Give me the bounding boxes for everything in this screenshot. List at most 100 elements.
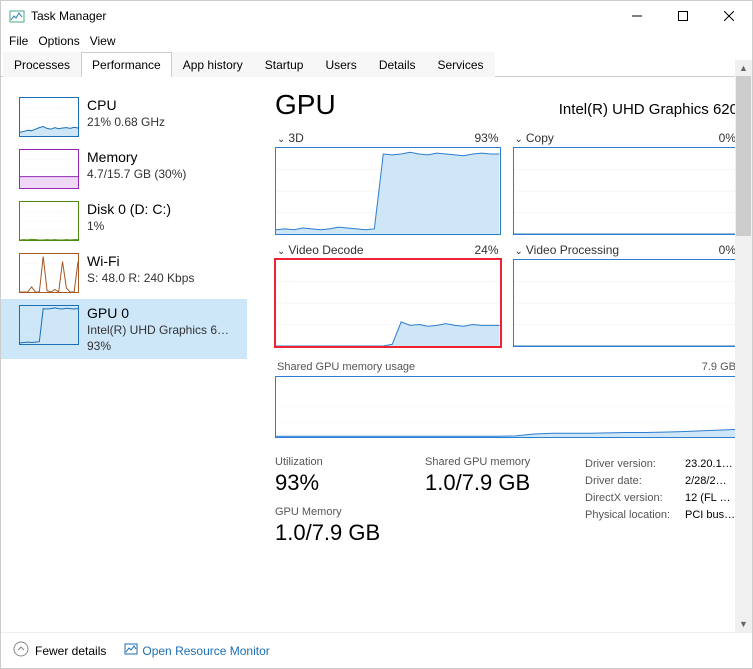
shared-mem-label: Shared GPU memory usage [277, 361, 415, 373]
stat-col-util: Utilization 93% GPU Memory 1.0/7.9 GB [275, 456, 415, 556]
resource-monitor-icon [124, 642, 138, 659]
sidebar-item-sub: Intel(R) UHD Graphics 6… [87, 323, 229, 337]
engine-name[interactable]: ⌄3D [277, 131, 304, 145]
sidebar-item-sub2: 93% [87, 339, 229, 353]
footer: Fewer details Open Resource Monitor [1, 632, 752, 668]
sidebar-item-sub: 1% [87, 219, 171, 233]
chevron-down-icon: ⌄ [515, 134, 523, 145]
gpu-spark-chart [19, 305, 79, 345]
sidebar-item-title: Memory [87, 149, 186, 165]
scroll-down-icon[interactable]: ▼ [735, 616, 752, 632]
open-resource-monitor-label: Open Resource Monitor [142, 644, 269, 658]
sidebar-item-title: Wi-Fi [87, 253, 194, 269]
memory-spark-chart [19, 149, 79, 189]
sidebar-item-title: Disk 0 (D: C:) [87, 201, 171, 217]
stats-block: Utilization 93% GPU Memory 1.0/7.9 GB Sh… [275, 456, 738, 556]
engine-row-2: ⌄Video Decode 24% ⌄Video Processing 0% [275, 243, 738, 347]
main-heading: GPU [275, 89, 336, 121]
window-title: Task Manager [31, 9, 106, 23]
content: CPU 21% 0.68 GHz Memory 4.7/15.7 GB (30%… [1, 77, 752, 637]
shared-mem-max: 7.9 GB [702, 361, 736, 373]
engine-video-decode[interactable]: ⌄Video Decode 24% [275, 243, 501, 347]
sidebar-item-sub: S: 48.0 R: 240 Kbps [87, 271, 194, 285]
wifi-spark-chart [19, 253, 79, 293]
sidebar-item-memory[interactable]: Memory 4.7/15.7 GB (30%) [1, 143, 247, 195]
tab-app-history[interactable]: App history [172, 52, 254, 77]
engine-header: ⌄Video Decode 24% [275, 243, 501, 259]
sidebar-item-text: Disk 0 (D: C:) 1% [87, 201, 171, 233]
sidebar-item-disk[interactable]: Disk 0 (D: C:) 1% [1, 195, 247, 247]
stat-label: GPU Memory [275, 506, 415, 518]
kv-row: Physical location:PCI bus… [585, 507, 745, 524]
sidebar-item-text: Memory 4.7/15.7 GB (30%) [87, 149, 186, 181]
engine-3d[interactable]: ⌄3D 93% [275, 131, 501, 235]
stat-label: Shared GPU memory [425, 456, 575, 468]
menu-view[interactable]: View [88, 34, 118, 48]
tab-startup[interactable]: Startup [254, 52, 315, 77]
tab-performance[interactable]: Performance [81, 52, 172, 77]
engine-chart-video-decode [275, 259, 501, 347]
open-resource-monitor-link[interactable]: Open Resource Monitor [124, 642, 269, 659]
sidebar-item-sub: 21% 0.68 GHz [87, 115, 165, 129]
chevron-down-icon: ⌄ [277, 134, 285, 145]
kv-row: Driver version:23.20.1… [585, 456, 745, 473]
chevron-down-icon: ⌄ [277, 246, 285, 257]
menu-options[interactable]: Options [36, 34, 81, 48]
vertical-scrollbar[interactable]: ▲ ▼ [735, 60, 752, 632]
window-controls [614, 1, 752, 31]
app-icon [9, 8, 25, 24]
chevron-down-icon: ⌄ [515, 246, 523, 257]
maximize-button[interactable] [660, 1, 706, 31]
engine-header: ⌄Video Processing 0% [513, 243, 739, 259]
scrollbar-thumb[interactable] [736, 76, 751, 236]
sidebar-item-title: CPU [87, 97, 165, 113]
tab-users[interactable]: Users [314, 52, 367, 77]
engine-header: ⌄3D 93% [275, 131, 501, 147]
tab-strip: Processes Performance App history Startu… [1, 51, 752, 77]
fewer-details-label: Fewer details [35, 644, 106, 658]
main-panel: GPU Intel(R) UHD Graphics 620 ⌄3D 93% ⌄C… [247, 77, 752, 637]
sidebar-item-text: Wi-Fi S: 48.0 R: 240 Kbps [87, 253, 194, 285]
tab-details[interactable]: Details [368, 52, 427, 77]
disk-spark-chart [19, 201, 79, 241]
engine-header: ⌄Copy 0% [513, 131, 739, 147]
menu-file[interactable]: File [7, 34, 30, 48]
shared-mem-chart [275, 376, 738, 438]
sidebar-item-text: CPU 21% 0.68 GHz [87, 97, 165, 129]
engine-video-processing[interactable]: ⌄Video Processing 0% [513, 243, 739, 347]
stat-value: 1.0/7.9 GB [425, 470, 575, 496]
engine-name[interactable]: ⌄Video Processing [515, 243, 620, 257]
sidebar-item-wifi[interactable]: Wi-Fi S: 48.0 R: 240 Kbps [1, 247, 247, 299]
engine-name[interactable]: ⌄Video Decode [277, 243, 364, 257]
stat-col-kv: Driver version:23.20.1… Driver date:2/28… [585, 456, 745, 556]
tab-services[interactable]: Services [427, 52, 495, 77]
stat-value: 1.0/7.9 GB [275, 520, 415, 546]
engine-chart-copy [513, 147, 739, 235]
sidebar-item-text: GPU 0 Intel(R) UHD Graphics 6… 93% [87, 305, 229, 353]
scroll-up-icon[interactable]: ▲ [735, 60, 752, 76]
titlebar: Task Manager [1, 1, 752, 31]
tab-processes[interactable]: Processes [3, 52, 81, 77]
engine-row-1: ⌄3D 93% ⌄Copy 0% [275, 131, 738, 235]
engine-copy[interactable]: ⌄Copy 0% [513, 131, 739, 235]
engine-pct: 24% [474, 243, 498, 257]
minimize-button[interactable] [614, 1, 660, 31]
engine-chart-3d [275, 147, 501, 235]
sidebar-item-gpu[interactable]: GPU 0 Intel(R) UHD Graphics 6… 93% [1, 299, 247, 359]
engine-pct: 93% [474, 131, 498, 145]
menubar: File Options View [1, 31, 752, 51]
engine-chart-video-processing [513, 259, 739, 347]
fewer-details-button[interactable]: Fewer details [13, 641, 106, 660]
shared-mem-header: Shared GPU memory usage 7.9 GB [275, 355, 738, 376]
stat-col-shared: Shared GPU memory 1.0/7.9 GB [425, 456, 575, 556]
engine-pct: 0% [719, 243, 736, 257]
sidebar-item-cpu[interactable]: CPU 21% 0.68 GHz [1, 91, 247, 143]
stat-value: 93% [275, 470, 415, 496]
device-name: Intel(R) UHD Graphics 620 [559, 101, 738, 118]
engine-name[interactable]: ⌄Copy [515, 131, 554, 145]
kv-row: DirectX version:12 (FL … [585, 490, 745, 507]
sidebar-item-title: GPU 0 [87, 305, 229, 321]
chevron-up-circle-icon [13, 641, 29, 660]
close-button[interactable] [706, 1, 752, 31]
main-header: GPU Intel(R) UHD Graphics 620 [275, 89, 738, 121]
